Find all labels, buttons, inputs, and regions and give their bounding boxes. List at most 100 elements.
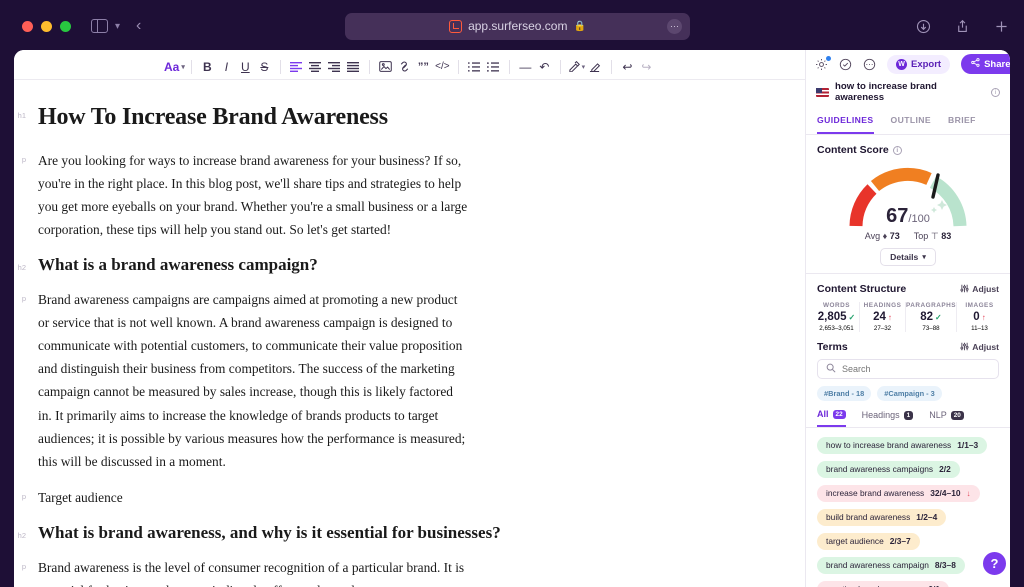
- document-scroll-area[interactable]: h1 How To Increase Brand Awareness p Are yo…: [14, 80, 805, 587]
- term-name: increase brand awareness: [826, 488, 925, 498]
- block-text[interactable]: What is brand awareness, and why is it e…: [38, 522, 501, 544]
- us-flag-icon: [816, 87, 829, 97]
- block-text[interactable]: Brand awareness is the level of consumer…: [38, 556, 468, 587]
- term-chip[interactable]: brand awareness campaign 8/3–8: [817, 556, 965, 574]
- underline-button[interactable]: U: [236, 56, 255, 78]
- tab-guidelines[interactable]: GUIDELINES: [817, 109, 874, 134]
- align-center-button[interactable]: [306, 56, 325, 78]
- sidebar-toggle-icon[interactable]: [91, 19, 108, 33]
- info-icon[interactable]: i: [991, 87, 1000, 97]
- terms-tab-count: 1: [903, 410, 914, 420]
- align-justify-button[interactable]: [344, 56, 363, 78]
- stat-status-icon: ↑: [887, 312, 892, 322]
- window-controls[interactable]: [22, 20, 71, 32]
- chevron-down-icon[interactable]: ▾: [115, 21, 120, 32]
- redo-icon[interactable]: ↪: [637, 56, 656, 78]
- strikethrough-button[interactable]: S: [255, 56, 274, 78]
- avg-label: Avg: [864, 231, 881, 241]
- editor-toolbar: Aa ▾ B I U S ”” </> — ↶ ▾ ↩ ↪: [14, 54, 805, 80]
- document-block[interactable]: h1 How To Increase Brand Awareness: [14, 102, 765, 132]
- term-row: how to increase brand awareness 1/1–3: [817, 435, 999, 459]
- block-text[interactable]: Target audience: [38, 486, 123, 509]
- stat-label: IMAGES: [965, 302, 994, 309]
- block-text[interactable]: What is a brand awareness campaign?: [38, 254, 318, 276]
- term-chip[interactable]: increase brand awareness 32/4–10 ↓: [817, 484, 980, 502]
- align-right-button[interactable]: [325, 56, 344, 78]
- document-block[interactable]: p Target audience: [14, 486, 765, 509]
- term-name: target audience: [826, 536, 884, 546]
- ordered-list-icon[interactable]: [465, 56, 484, 78]
- back-chevron-icon[interactable]: ‹: [136, 17, 141, 35]
- adjust-label: Adjust: [972, 342, 999, 352]
- italic-button[interactable]: I: [217, 56, 236, 78]
- gear-icon[interactable]: [815, 55, 831, 71]
- align-left-button[interactable]: [287, 56, 306, 78]
- surfer-seo-app: Aa ▾ B I U S ”” </> — ↶ ▾ ↩ ↪ h1 How To …: [14, 50, 1010, 587]
- adjust-terms-button[interactable]: Adjust: [960, 342, 999, 353]
- export-button[interactable]: W Export: [887, 54, 951, 74]
- share-icon[interactable]: [953, 17, 971, 35]
- text-style-button[interactable]: Aa ▾: [164, 56, 185, 78]
- stat-label: HEADINGS: [863, 302, 902, 309]
- code-block-icon[interactable]: </>: [433, 56, 452, 78]
- hashtag-chip[interactable]: #Campaign - 3: [877, 386, 942, 401]
- document-block[interactable]: p Are you looking for ways to increase br…: [14, 149, 765, 241]
- insert-link-icon[interactable]: [395, 56, 414, 78]
- close-window-button[interactable]: [22, 20, 33, 32]
- term-chip[interactable]: target audience 2/3–7: [817, 532, 920, 550]
- lock-icon: 🔒: [573, 20, 586, 32]
- help-button[interactable]: ?: [981, 550, 1008, 577]
- info-icon[interactable]: i: [892, 145, 902, 155]
- term-count: 2/3–7: [889, 536, 911, 546]
- download-icon[interactable]: [914, 17, 932, 35]
- blockquote-icon[interactable]: ””: [414, 56, 433, 78]
- block-text[interactable]: How To Increase Brand Awareness: [38, 102, 388, 132]
- terms-tab-headings[interactable]: Headings 1: [862, 409, 914, 427]
- toolbar-divider: [559, 59, 561, 74]
- sliders-icon: [960, 284, 969, 295]
- document-block[interactable]: h2 What is a brand awareness campaign?: [14, 254, 765, 276]
- term-chip[interactable]: brand awareness campaigns 2/2: [817, 460, 960, 478]
- tab-brief[interactable]: BRIEF: [948, 109, 976, 134]
- terms-tab-nlp[interactable]: NLP 20: [929, 409, 964, 427]
- horizontal-rule-icon[interactable]: —: [516, 56, 535, 78]
- undo-history-icon[interactable]: ↶: [535, 56, 554, 78]
- details-button[interactable]: Details ▾: [880, 248, 936, 266]
- bold-button[interactable]: B: [198, 56, 217, 78]
- terms-search[interactable]: [817, 359, 999, 379]
- search-input[interactable]: [842, 364, 990, 374]
- editor-pane: Aa ▾ B I U S ”” </> — ↶ ▾ ↩ ↪ h1 How To …: [14, 50, 805, 587]
- term-chip[interactable]: build brand awareness 1/2–4: [817, 508, 947, 526]
- block-text[interactable]: Are you looking for ways to increase bra…: [38, 149, 468, 241]
- minimize-window-button[interactable]: [41, 20, 52, 32]
- export-label: Export: [911, 58, 942, 70]
- stat-label: PARAGRAPHS: [906, 302, 956, 309]
- more-options-icon[interactable]: ⋯: [863, 58, 876, 71]
- check-circle-icon[interactable]: [839, 58, 852, 71]
- maximize-window-button[interactable]: [60, 20, 71, 32]
- share-label: Share: [984, 58, 1010, 70]
- document-block[interactable]: p Brand awareness is the level of consume…: [14, 556, 765, 587]
- tab-outline[interactable]: OUTLINE: [891, 109, 932, 134]
- block-text[interactable]: Brand awareness campaigns are campaigns …: [38, 288, 468, 472]
- insert-image-icon[interactable]: [376, 56, 395, 78]
- more-options-icon[interactable]: ⋯: [667, 18, 682, 34]
- term-count: 2/2: [939, 464, 951, 474]
- keyword-row[interactable]: how to increase brand awareness i: [806, 74, 1010, 109]
- new-tab-icon[interactable]: [992, 17, 1010, 35]
- undo-icon[interactable]: ↩: [618, 56, 637, 78]
- document-body[interactable]: h1 How To Increase Brand Awareness p Are yo…: [14, 102, 805, 587]
- highlighter-icon[interactable]: ▾: [567, 56, 586, 78]
- address-bar[interactable]: app.surferseo.com 🔒 ⋯: [345, 12, 690, 40]
- document-block[interactable]: p Brand awareness campaigns are campaigns…: [14, 288, 765, 472]
- clear-format-icon[interactable]: [586, 56, 605, 78]
- details-label: Details: [890, 252, 919, 262]
- terms-tab-all[interactable]: All 22: [817, 409, 846, 427]
- share-button[interactable]: Share: [961, 54, 1010, 74]
- adjust-structure-button[interactable]: Adjust: [960, 284, 999, 295]
- term-chip[interactable]: how to increase brand awareness 1/1–3: [817, 436, 988, 454]
- term-chip[interactable]: creating brand awareness0/1: [817, 580, 950, 587]
- hashtag-chip[interactable]: #Brand - 18: [817, 386, 872, 401]
- document-block[interactable]: h2 What is brand awareness, and why is it…: [14, 522, 765, 544]
- bullet-list-icon[interactable]: [484, 56, 503, 78]
